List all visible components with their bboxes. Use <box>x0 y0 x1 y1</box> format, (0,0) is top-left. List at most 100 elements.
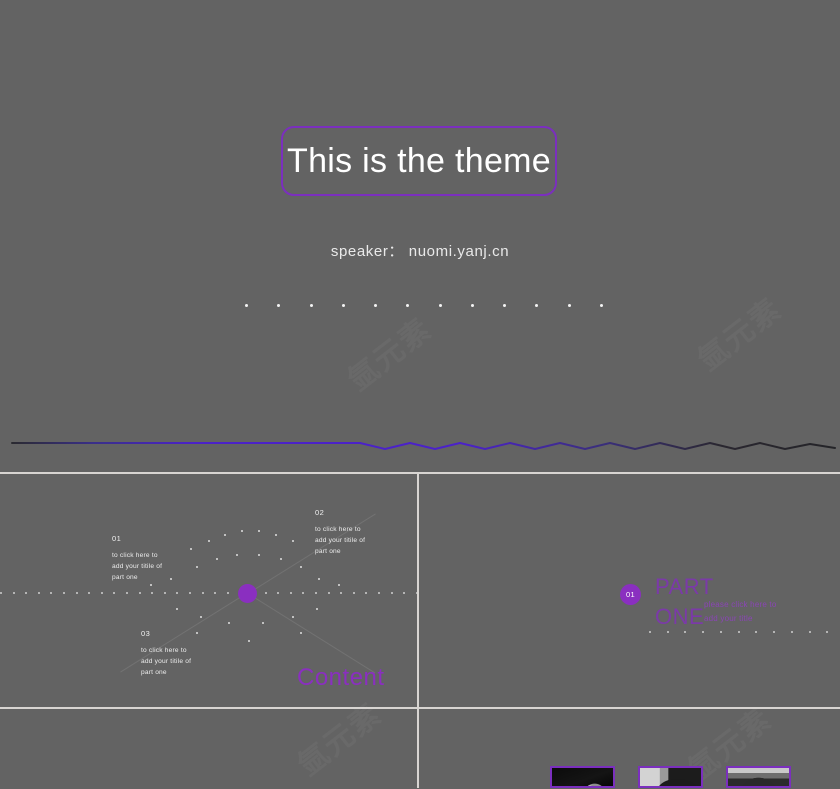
content-item-number: 01 <box>112 534 122 543</box>
content-axis-dot <box>75 592 78 594</box>
content-axis-dot <box>163 592 166 594</box>
hero-dot <box>567 304 571 307</box>
decorative-sparkle <box>300 566 302 568</box>
content-axis-dot <box>390 592 393 594</box>
content-axis-dot <box>403 592 406 594</box>
connector-line <box>247 593 376 674</box>
decorative-sparkle <box>196 632 198 634</box>
hero-dot <box>438 304 442 307</box>
content-dot-axis <box>0 592 417 596</box>
content-item-text: to click here to add your titile of part… <box>141 647 192 676</box>
decorative-sparkle <box>200 616 202 618</box>
part-dot <box>773 631 776 633</box>
content-axis-dot <box>100 592 103 594</box>
part-dot <box>702 631 705 633</box>
content-axis-dot <box>226 592 229 594</box>
content-slide[interactable]: 01 to click here to add your titile of p… <box>0 474 417 707</box>
hero-dot <box>406 304 410 307</box>
decorative-sparkle <box>248 640 250 642</box>
decorative-sparkle <box>292 616 294 618</box>
content-axis-dot <box>289 592 292 594</box>
zigzag-wave-graphic <box>11 442 836 450</box>
content-axis-dot <box>340 592 343 594</box>
decorative-sparkle <box>241 530 243 532</box>
portrait-image <box>552 768 613 786</box>
decorative-sparkle <box>258 530 260 532</box>
content-axis-dot <box>352 592 355 594</box>
content-axis-dot <box>302 592 305 594</box>
part-dot <box>808 631 811 633</box>
content-hub-node[interactable] <box>238 584 257 603</box>
content-axis-dot <box>151 592 154 594</box>
content-axis-dot <box>126 592 128 594</box>
portrait-image <box>640 768 701 786</box>
part-dot <box>755 631 758 633</box>
content-axis-dot <box>378 592 380 594</box>
hero-dot <box>309 304 313 307</box>
content-axis-dot <box>315 592 317 594</box>
part-one-slide[interactable]: 01 PART ONE please click here to add you… <box>419 474 840 707</box>
content-item-02[interactable]: 02 to click here to add your titile of p… <box>315 508 365 558</box>
theme-title-box: This is the theme <box>281 126 557 196</box>
decorative-sparkle <box>170 578 172 580</box>
decorative-sparkle <box>190 548 192 550</box>
part-dot <box>666 631 669 633</box>
part-dot-row <box>649 631 840 635</box>
content-axis-dot <box>264 592 267 594</box>
decorative-sparkle <box>338 584 340 586</box>
content-axis-dot <box>176 592 179 594</box>
content-axis-dot <box>189 592 191 594</box>
content-axis-dot <box>138 592 141 594</box>
decorative-sparkle <box>216 558 218 560</box>
content-axis-dot <box>201 592 204 594</box>
decorative-sparkle <box>292 540 294 542</box>
hero-dot-row <box>245 304 603 312</box>
content-item-number: 02 <box>315 508 325 517</box>
hero-dot <box>503 304 507 307</box>
decorative-sparkle <box>236 554 238 556</box>
content-axis-dot <box>37 592 40 594</box>
content-axis-dot <box>277 592 280 594</box>
content-axis-dot <box>88 592 91 594</box>
slide-deck-overview: 氩元素 氩元素 氩元素 氩元素 This is the theme speake… <box>0 0 840 788</box>
part-dot <box>649 631 651 633</box>
content-axis-dot <box>63 592 65 594</box>
hero-dot <box>600 304 603 307</box>
hero-slide: This is the theme speaker： nuomi.yanj.cn <box>0 0 840 474</box>
blank-slide[interactable] <box>0 709 417 788</box>
content-item-03[interactable]: 03 to click here to add your titile of p… <box>141 629 191 679</box>
part-subtitle: please click here to add your title <box>704 600 777 623</box>
content-item-text: to click here to add your titile of part… <box>315 526 366 555</box>
hero-dot <box>341 304 345 307</box>
content-item-number: 03 <box>141 629 151 638</box>
content-axis-dot <box>113 592 116 594</box>
decorative-sparkle <box>275 534 277 536</box>
content-axis-dot <box>327 592 330 594</box>
decorative-sparkle <box>208 540 210 542</box>
part-dot <box>826 631 829 633</box>
content-axis-dot <box>415 592 417 594</box>
portrait-thumbnail[interactable] <box>726 766 791 788</box>
part-dot <box>790 631 793 633</box>
decorative-sparkle <box>176 608 178 610</box>
hero-dot <box>277 304 281 307</box>
content-axis-dot <box>12 592 15 594</box>
decorative-sparkle <box>258 554 260 556</box>
content-item-01[interactable]: 01 to click here to add your titile of p… <box>112 534 162 584</box>
hero-dot <box>245 304 248 307</box>
speaker-line: speaker： nuomi.yanj.cn <box>330 243 510 260</box>
decorative-sparkle <box>300 632 302 634</box>
portrait-thumbnail[interactable] <box>638 766 703 788</box>
decorative-sparkle <box>224 534 226 536</box>
portrait-thumbnail[interactable] <box>550 766 615 788</box>
content-axis-dot <box>0 592 2 594</box>
photos-slide[interactable] <box>419 709 840 788</box>
content-axis-dot <box>214 592 217 594</box>
content-heading: Content <box>297 664 385 691</box>
decorative-sparkle <box>228 622 230 624</box>
decorative-sparkle <box>262 622 264 624</box>
hero-dot <box>374 304 378 307</box>
part-dot <box>737 631 740 633</box>
page-title: This is the theme <box>287 141 551 180</box>
content-axis-dot <box>365 592 368 594</box>
